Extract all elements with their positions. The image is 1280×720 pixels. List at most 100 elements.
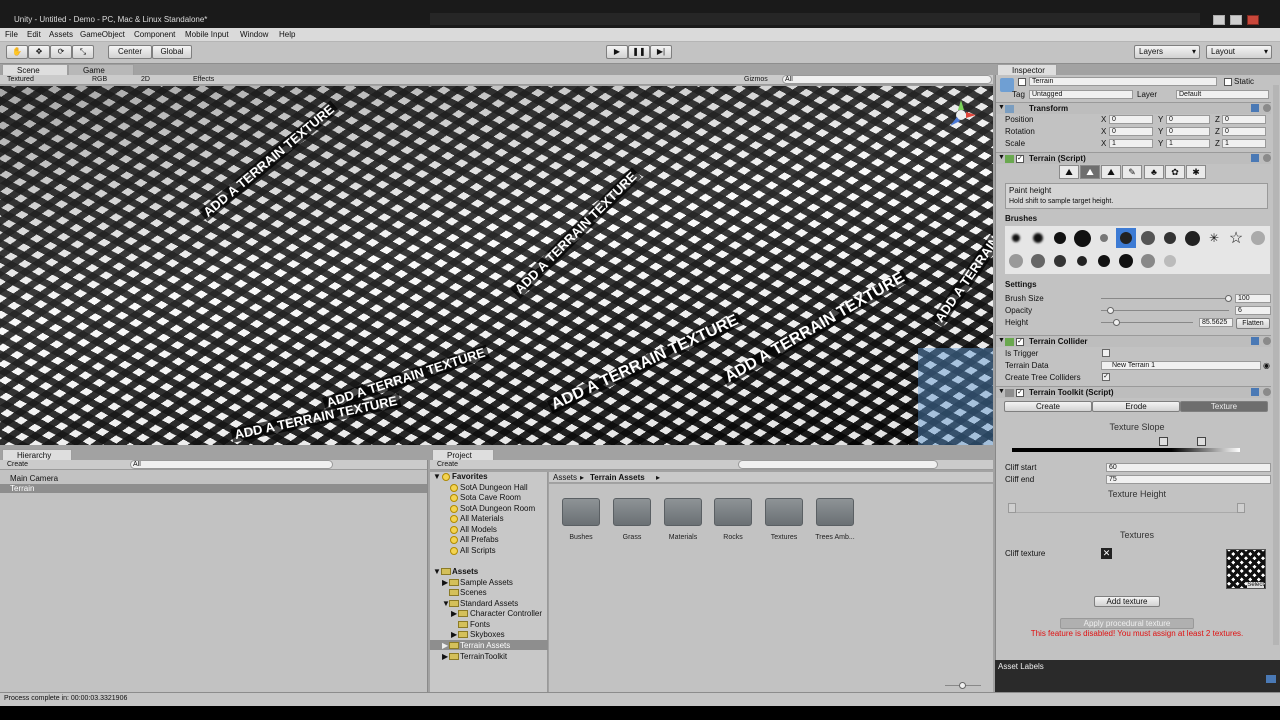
toolkit-header[interactable]: ▼ ✓ Terrain Toolkit (Script): [996, 386, 1271, 398]
brush-size-knob[interactable]: [1225, 295, 1232, 302]
enabled-checkbox[interactable]: ✓: [1016, 155, 1024, 163]
slope-end-handle[interactable]: [1197, 437, 1206, 446]
height-gradient-bar[interactable]: [1012, 512, 1240, 513]
favorite-item[interactable]: All Models: [460, 525, 497, 534]
folder-icon[interactable]: [664, 498, 702, 526]
rotation-x-field[interactable]: 0: [1109, 127, 1153, 136]
tree-folder[interactable]: Scenes: [460, 588, 487, 597]
flatten-button[interactable]: Flatten: [1236, 318, 1270, 329]
tree-folder[interactable]: Skyboxes: [470, 630, 505, 639]
terrain-data-field[interactable]: New Terrain 1: [1101, 361, 1261, 370]
brush-item[interactable]: [1072, 251, 1092, 271]
active-checkbox[interactable]: [1018, 78, 1026, 86]
menu-assets[interactable]: Assets: [49, 30, 73, 39]
brush-item[interactable]: ✳: [1204, 228, 1224, 248]
gear-icon[interactable]: [1263, 104, 1271, 112]
rotation-y-field[interactable]: 0: [1166, 127, 1210, 136]
apply-procedural-texture-button[interactable]: Apply procedural texture: [1060, 618, 1194, 629]
breadcrumb-item[interactable]: Assets: [553, 473, 577, 482]
menu-file[interactable]: File: [5, 30, 18, 39]
expand-arrow-icon[interactable]: ▶: [442, 641, 448, 650]
brush-item[interactable]: [1072, 228, 1092, 248]
rotation-z-field[interactable]: 0: [1222, 127, 1266, 136]
expand-arrow-icon[interactable]: ▼: [998, 154, 1005, 161]
project-create-dropdown[interactable]: Create: [437, 460, 458, 469]
position-z-field[interactable]: 0: [1222, 115, 1266, 124]
hierarchy-create-dropdown[interactable]: Create: [7, 460, 28, 469]
brush-item-selected[interactable]: [1116, 228, 1136, 248]
rotate-tool-button[interactable]: ⟳: [50, 45, 72, 59]
gear-icon[interactable]: [1263, 337, 1271, 345]
expand-arrow-icon[interactable]: ▼: [998, 388, 1005, 395]
hierarchy-item[interactable]: Main Camera: [10, 474, 58, 483]
help-icon[interactable]: [1251, 337, 1259, 345]
toolkit-tab-texture[interactable]: Texture: [1180, 401, 1268, 412]
tab-inspector[interactable]: Inspector: [997, 64, 1057, 75]
height-field[interactable]: 85.5625: [1199, 318, 1233, 327]
minimize-button[interactable]: [1213, 15, 1225, 25]
opacity-knob[interactable]: [1107, 307, 1114, 314]
favorite-item[interactable]: All Prefabs: [460, 535, 499, 544]
folder-icon[interactable]: [765, 498, 803, 526]
maximize-button[interactable]: [1230, 15, 1242, 25]
tree-folder[interactable]: TerrainToolkit: [460, 652, 507, 661]
favorite-item[interactable]: All Scripts: [460, 546, 496, 555]
brush-item[interactable]: [1050, 228, 1070, 248]
gizmos-dropdown[interactable]: Gizmos: [744, 75, 768, 84]
hand-tool-button[interactable]: ✋: [6, 45, 28, 59]
folder-icon[interactable]: [714, 498, 752, 526]
cliff-start-field[interactable]: 60: [1106, 463, 1271, 472]
help-icon[interactable]: [1251, 154, 1259, 162]
project-search-input[interactable]: [738, 460, 938, 469]
pivot-global-button[interactable]: Global: [152, 45, 192, 59]
height-start-handle[interactable]: [1008, 503, 1016, 513]
scene-gizmo[interactable]: [946, 100, 976, 130]
expand-arrow-icon[interactable]: ▶: [442, 652, 448, 661]
scene-search-input[interactable]: All: [782, 75, 992, 84]
scale-x-field[interactable]: 1: [1109, 139, 1153, 148]
brush-item[interactable]: [1116, 251, 1136, 271]
remove-texture-icon[interactable]: ✕: [1101, 548, 1112, 559]
tab-hierarchy[interactable]: Hierarchy: [2, 449, 72, 460]
is-trigger-checkbox[interactable]: [1102, 349, 1110, 357]
tree-folder[interactable]: Fonts: [470, 620, 490, 629]
enabled-checkbox[interactable]: ✓: [1016, 338, 1024, 346]
brush-item[interactable]: [1182, 228, 1202, 248]
transform-header[interactable]: ▼ Transform: [996, 102, 1271, 114]
expand-arrow-icon[interactable]: ▶: [442, 578, 448, 587]
brush-item[interactable]: [1160, 228, 1180, 248]
tree-colliders-checkbox[interactable]: ✓: [1102, 373, 1110, 381]
shading-dropdown[interactable]: Textured: [7, 75, 34, 84]
brush-item[interactable]: [1094, 251, 1114, 271]
close-button[interactable]: [1247, 15, 1259, 25]
favorite-item[interactable]: SotA Dungeon Room: [460, 504, 535, 513]
raise-terrain-icon[interactable]: ⛰: [1059, 165, 1079, 179]
expand-arrow-icon[interactable]: ▼: [998, 104, 1005, 111]
hierarchy-search-input[interactable]: All: [130, 460, 333, 469]
expand-arrow-icon[interactable]: ▼: [433, 567, 441, 576]
brush-item[interactable]: [1050, 251, 1070, 271]
brush-size-field[interactable]: 100: [1235, 294, 1271, 303]
tree-folder[interactable]: Sample Assets: [460, 578, 513, 587]
layer-dropdown[interactable]: Default: [1176, 90, 1269, 99]
folder-icon[interactable]: [816, 498, 854, 526]
brush-item[interactable]: [1138, 228, 1158, 248]
brush-item[interactable]: [1006, 228, 1026, 248]
scene-viewport[interactable]: ADD A TERRAIN TEXTURE ADD A TERRAIN TEXT…: [0, 86, 993, 445]
inspector-scrollbar[interactable]: [1273, 85, 1279, 645]
static-checkbox[interactable]: [1224, 78, 1232, 86]
move-tool-button[interactable]: ✥: [28, 45, 50, 59]
tab-project[interactable]: Project: [432, 449, 494, 460]
menu-gameobject[interactable]: GameObject: [80, 30, 125, 39]
position-y-field[interactable]: 0: [1166, 115, 1210, 124]
slope-start-handle[interactable]: [1159, 437, 1168, 446]
menu-window[interactable]: Window: [240, 30, 268, 39]
effects-dropdown[interactable]: Effects: [193, 75, 214, 84]
tree-folder[interactable]: Character Controller: [470, 609, 542, 618]
expand-arrow-icon[interactable]: ▶: [451, 630, 457, 639]
folder-icon[interactable]: [562, 498, 600, 526]
slope-gradient-bar[interactable]: [1012, 448, 1240, 452]
terrain-collider-header[interactable]: ▼ ✓ Terrain Collider: [996, 335, 1271, 347]
favorite-item[interactable]: SotA Dungeon Hall: [460, 483, 528, 492]
opacity-field[interactable]: 6: [1235, 306, 1271, 315]
